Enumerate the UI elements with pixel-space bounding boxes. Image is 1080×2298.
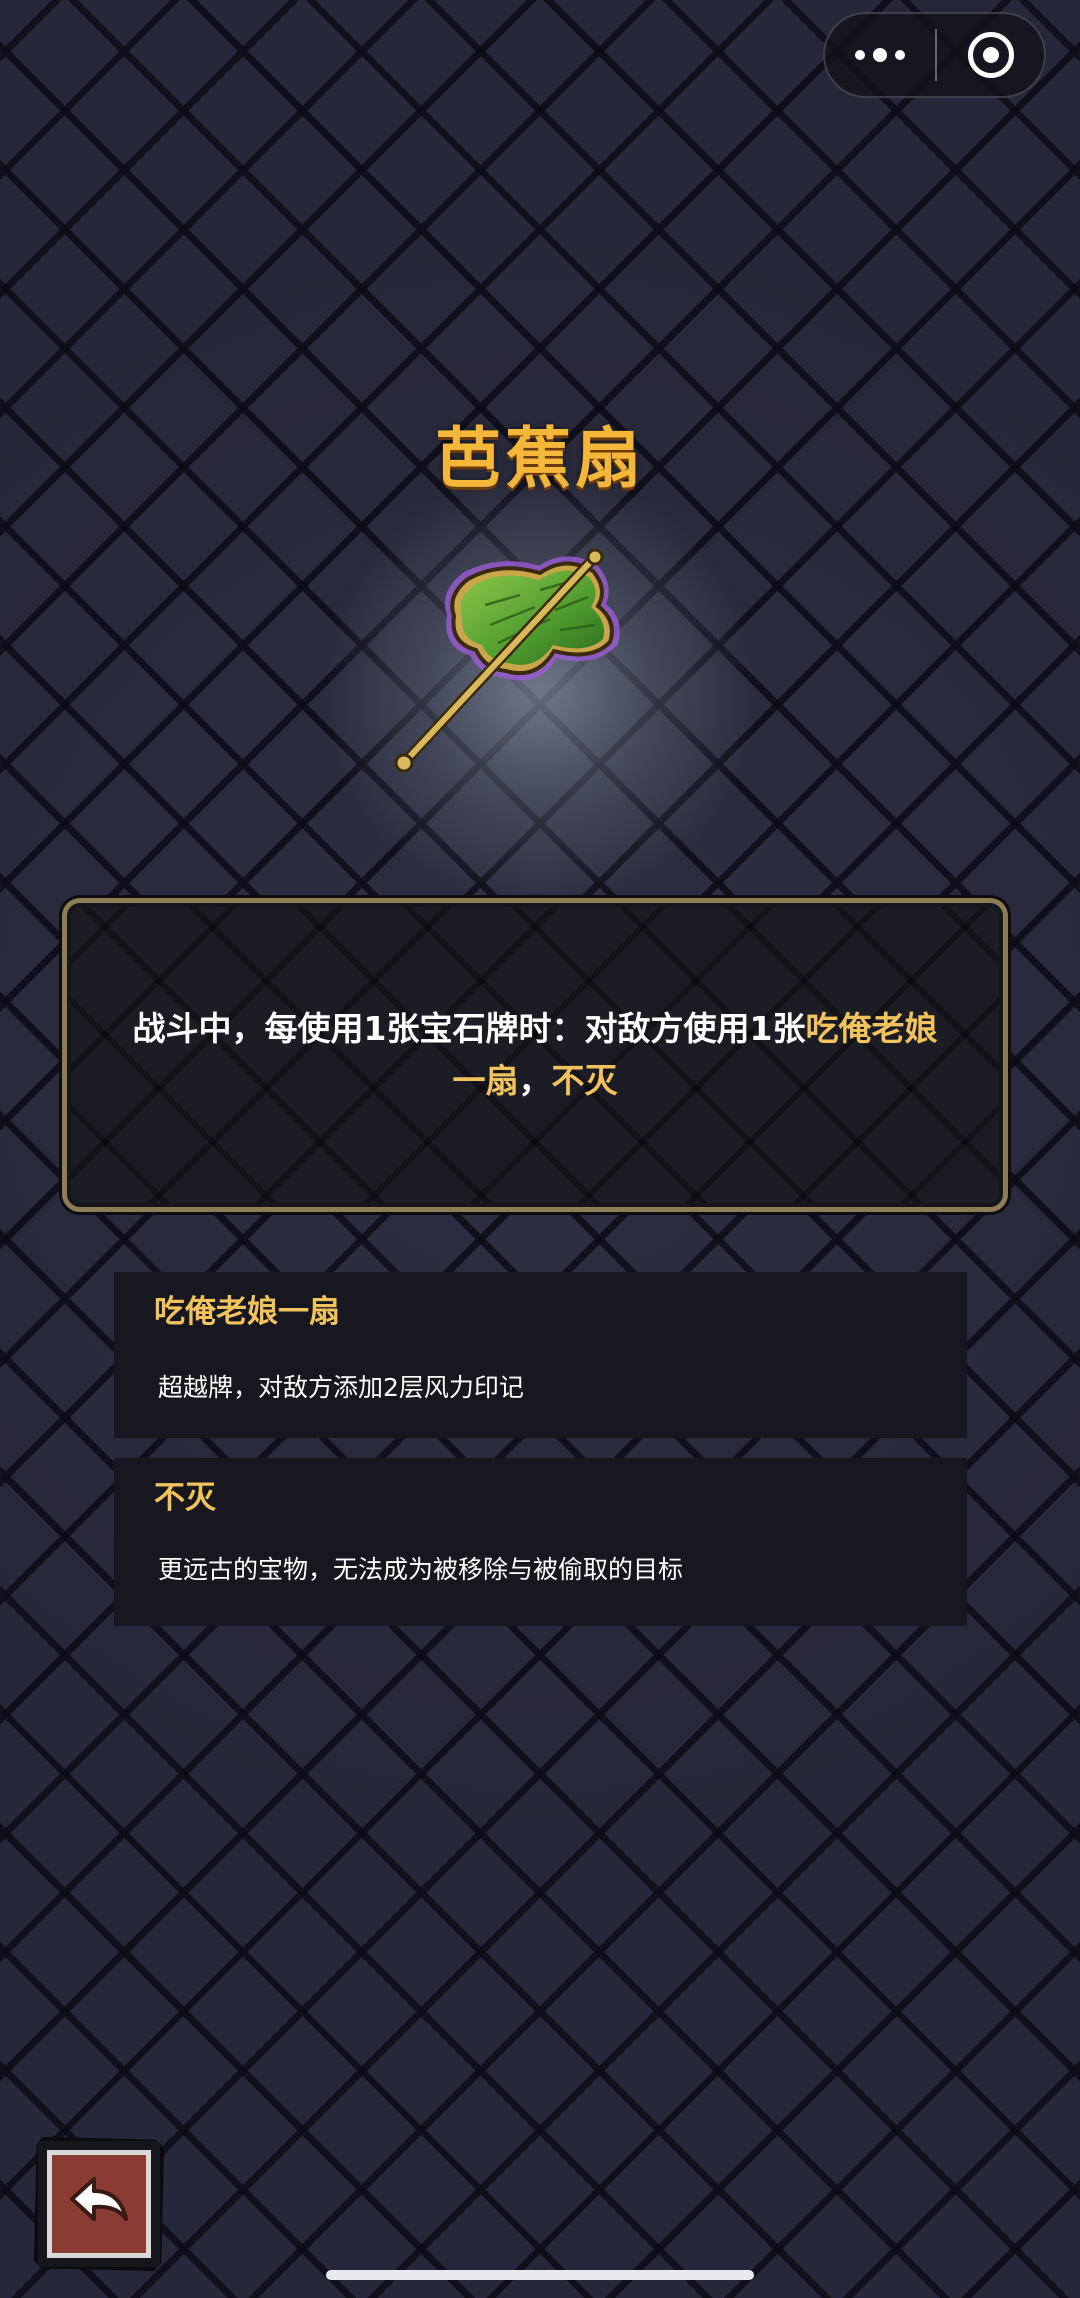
description-text: 战斗中，每使用1张宝石牌时：对敌方使用1张吃俺老娘一扇，不灭 (125, 1003, 945, 1107)
description-keyword-2[interactable]: 不灭 (552, 1061, 618, 1100)
term-box: 吃俺老娘一扇 超越牌，对敌方添加2层风力印记 (114, 1272, 967, 1438)
term-name: 不灭 (154, 1480, 216, 1516)
return-arrow-icon (70, 2177, 128, 2221)
banana-leaf-fan-icon (394, 548, 620, 773)
term-box: 不灭 更远古的宝物，无法成为被移除与被偷取的目标 (114, 1458, 967, 1626)
home-indicator (326, 2270, 754, 2280)
close-button[interactable] (937, 14, 1044, 96)
target-circle-icon (967, 32, 1014, 78)
more-dots-icon (855, 48, 905, 62)
description-separator: ， (518, 1061, 552, 1100)
term-description: 超越牌，对敌方添加2层风力印记 (158, 1373, 524, 1402)
description-panel: 战斗中，每使用1张宝石牌时：对敌方使用1张吃俺老娘一扇，不灭 (62, 898, 1008, 1212)
term-name: 吃俺老娘一扇 (154, 1294, 340, 1330)
description-main: 战斗中，每使用1张宝石牌时：对敌方使用1张 (132, 1009, 806, 1048)
mini-program-capsule (823, 12, 1046, 98)
more-button[interactable] (825, 14, 935, 96)
term-description: 更远古的宝物，无法成为被移除与被偷取的目标 (158, 1555, 684, 1584)
back-button-face (47, 2150, 151, 2258)
back-button[interactable] (34, 2137, 164, 2271)
